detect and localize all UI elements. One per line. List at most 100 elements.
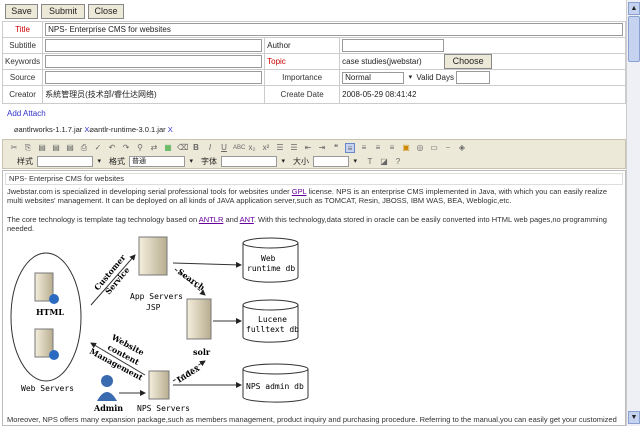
scroll-thumb[interactable] [628,16,640,62]
help-icon[interactable]: ? [393,157,403,167]
save-button[interactable]: Save [5,4,38,19]
font-select[interactable] [221,156,285,167]
submit-button[interactable]: Submit [41,4,85,19]
gpl-link[interactable]: GPL [292,187,307,196]
strikethrough-icon[interactable]: ABC [233,143,245,153]
bullet-list-icon[interactable]: ☰ [289,143,299,153]
title-label: Title [1,21,44,38]
attachment-list: ⌀antlrworks-1.1.7.jar X⌀antlr-runtime-3.… [14,125,173,134]
horizontal-rule-icon[interactable]: ⎯ [443,143,453,153]
create-date-value: 2008-05-29 08:41:42 [339,85,626,104]
article-form: Title NPS- Enterprise CMS for websites S… [1,21,626,104]
add-attach-link[interactable]: Add Attach [7,109,46,118]
align-left-icon[interactable]: ≡ [345,142,355,153]
toolbar-row-2: 样式 格式普通 字体 大小 T ◪? [9,155,403,168]
attachment-name[interactable]: antlr-runtime-3.0.1.jar [94,125,166,134]
subscript-icon[interactable]: x₂ [247,143,257,153]
close-button[interactable]: Close [88,4,124,19]
content-paragraph-1: Jwebstar.com is specialized in developin… [7,186,608,206]
topic-value: case studies(jwebstar) [342,57,422,66]
image-icon[interactable]: ▣ [401,143,411,153]
paste-text-icon[interactable]: ▤ [51,143,61,153]
content-paragraph-3: Moreover, NPS offers many expansion pack… [7,415,617,424]
blockquote-icon[interactable]: ❝ [331,143,341,153]
source-label: Source [1,69,44,86]
db-lucene-label: Lucene [258,315,287,324]
redo-icon[interactable]: ↷ [121,143,131,153]
choose-button[interactable]: Choose [444,54,493,69]
print-icon[interactable]: ⎙ [79,143,89,153]
spellcheck-icon[interactable]: ✓ [93,143,103,153]
ant-link[interactable]: ANT [240,215,254,224]
jsp-label: JSP [146,303,161,312]
ordered-list-icon[interactable]: ☰ [275,143,285,153]
flash-icon[interactable]: ◎ [415,143,425,153]
scroll-down-button[interactable]: ▼ [628,411,640,424]
web-servers-label: Web Servers [21,384,74,393]
style-label: 样式 [17,157,33,166]
eraser-icon[interactable]: ⌫ [177,143,188,153]
align-center-icon[interactable]: ≡ [359,143,369,153]
underline-icon[interactable]: U [219,143,229,153]
format-select[interactable]: 普通 [129,156,193,167]
author-input[interactable] [342,39,445,52]
admin-icon [101,375,113,387]
solr-server-icon [186,298,212,340]
keywords-input[interactable] [45,55,263,68]
editor-content[interactable]: NPS- Enterprise CMS for websites Jwebsta… [2,170,626,426]
align-right-icon[interactable]: ≡ [373,143,383,153]
nps-server-icon [148,370,170,400]
attachment-name[interactable]: antlrworks-1.1.7.jar [19,125,83,134]
db-fulltext-label: fulltext db [246,325,299,334]
antlr-link[interactable]: ANTLR [199,215,224,224]
solr-label: solr [193,347,211,357]
index-label: Index [175,363,202,385]
valid-days-label: Valid Days [416,72,455,82]
valid-days-input[interactable] [456,71,491,84]
undo-icon[interactable]: ↶ [107,143,117,153]
subtitle-label: Subtitle [1,37,44,54]
background-color-icon[interactable]: ◪ [379,157,389,167]
toolbar-row-1: ✂ ⎘ ▤ ▤ ▤ ⎙ ✓ ↶ ↷ ⚲ ⇄ ▦ ⌫ B I U ABC x₂ x² ☰ ☰ ⇤ ⇥ ❝ ≡ ≡ ≡… [9,141,467,154]
special-char-icon[interactable]: ◈ [457,143,467,153]
paste-word-icon[interactable]: ▤ [65,143,75,153]
font-label: 字体 [201,157,217,166]
remove-attachment-button[interactable]: X [168,125,173,134]
text-color-icon[interactable]: T [365,157,375,167]
admin-label: Admin [93,403,123,413]
bold-icon[interactable]: B [191,143,201,153]
superscript-icon[interactable]: x² [261,143,271,153]
source-input[interactable] [45,71,263,84]
db-runtime-label: runtime db [247,264,295,273]
creator-label: Creator [1,85,44,104]
web-servers-ellipse [10,252,82,382]
justify-icon[interactable]: ≡ [387,143,397,153]
importance-select[interactable]: Normal [342,71,412,84]
importance-label: Importance [264,69,341,86]
table-icon[interactable]: ▭ [429,143,439,153]
cut-icon[interactable]: ✂ [9,143,19,153]
scroll-up-button[interactable]: ▲ [628,2,640,15]
title-input[interactable]: NPS- Enterprise CMS for websites [45,23,623,36]
paste-icon[interactable]: ▤ [37,143,47,153]
author-label: Author [264,37,341,54]
subtitle-input[interactable] [45,39,263,52]
html-label: HTML [36,307,64,317]
copy-icon[interactable]: ⎘ [23,143,33,153]
content-paragraph-2: The core technology is template tag tech… [7,214,607,234]
find-icon[interactable]: ⚲ [135,143,145,153]
globe-icon [49,350,59,360]
search-label: Search [176,266,207,292]
italic-icon[interactable]: I [205,143,215,153]
style-select[interactable] [37,156,101,167]
select-all-icon[interactable]: ▦ [163,143,173,153]
size-select[interactable] [313,156,357,167]
vertical-scrollbar[interactable]: ▲ ▼ [626,0,640,426]
globe-icon [49,294,59,304]
app-server-icon [138,236,168,276]
indent-icon[interactable]: ⇥ [317,143,327,153]
replace-icon[interactable]: ⇄ [149,143,159,153]
outdent-icon[interactable]: ⇤ [303,143,313,153]
editor-toolbar: ✂ ⎘ ▤ ▤ ▤ ⎙ ✓ ↶ ↷ ⚲ ⇄ ▦ ⌫ B I U ABC x₂ x² ☰ ☰ ⇤ ⇥ ❝ ≡ ≡ ≡… [2,139,626,169]
format-label: 格式 [109,157,125,166]
